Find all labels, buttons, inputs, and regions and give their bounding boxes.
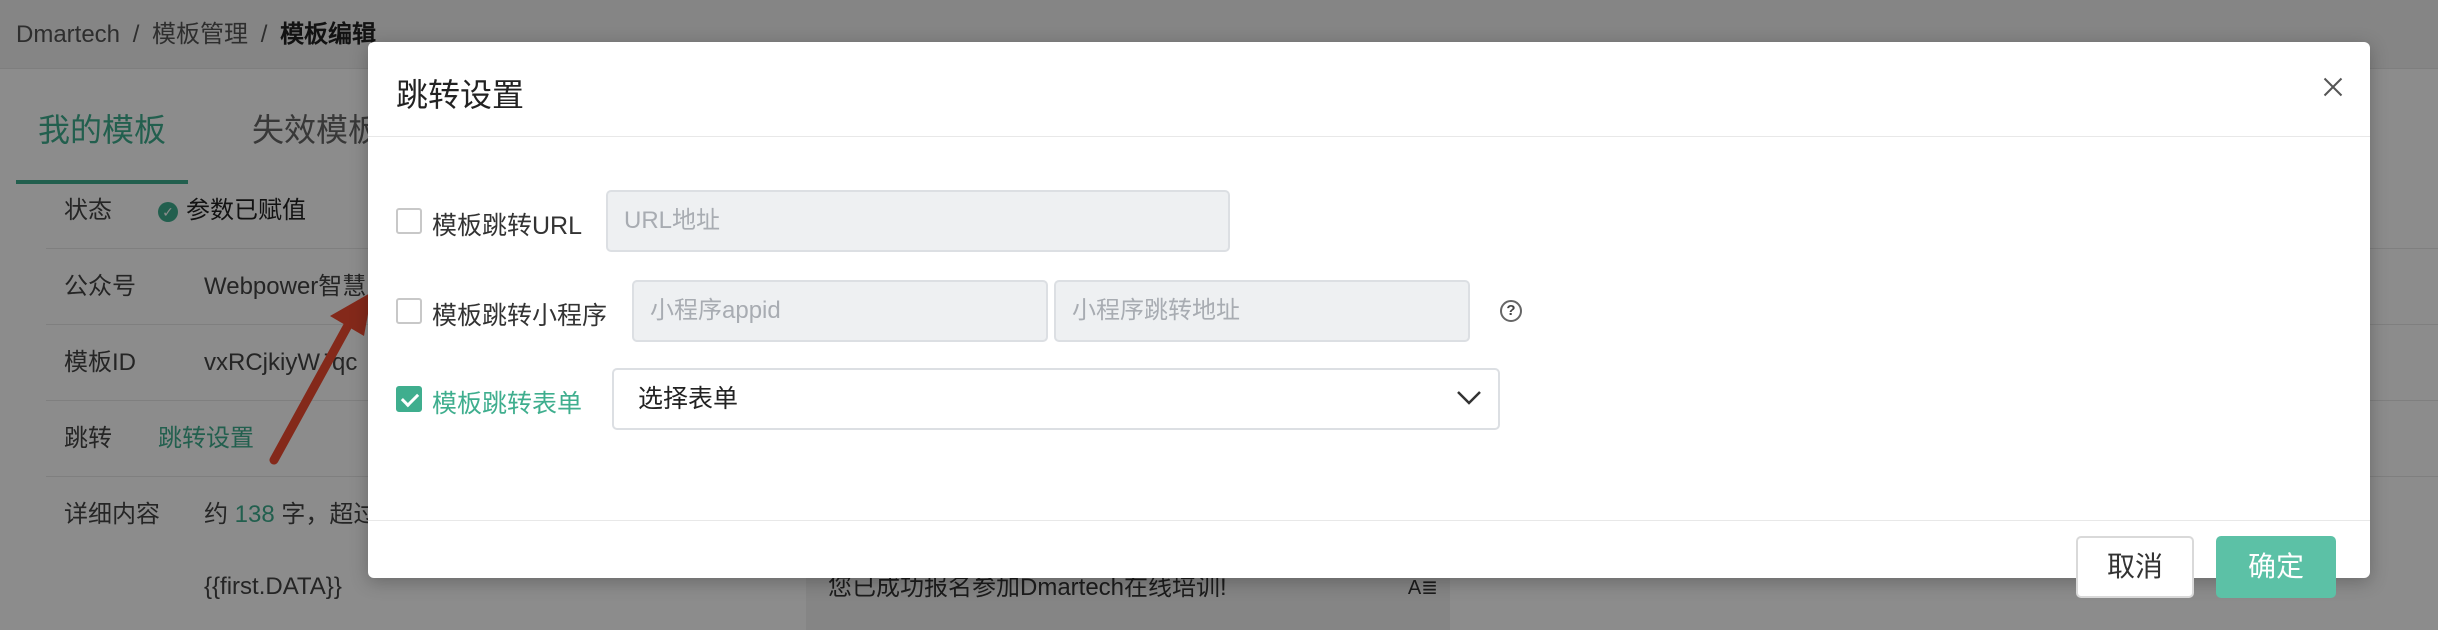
- confirm-button[interactable]: 确定: [2216, 536, 2336, 598]
- form-select-value: 选择表单: [638, 385, 739, 413]
- miniprogram-option-checkbox[interactable]: [396, 298, 422, 324]
- jump-settings-modal: 跳转设置 模板跳转URL URL地址 模板跳转小程序 小程序appid 小程序跳…: [368, 42, 2370, 598]
- modal-footer-divider: [368, 520, 2370, 521]
- miniprogram-appid-input[interactable]: 小程序appid: [632, 280, 1048, 342]
- url-option-label[interactable]: 模板跳转URL: [432, 206, 582, 242]
- form-option-label[interactable]: 模板跳转表单: [432, 384, 582, 420]
- miniprogram-option-label[interactable]: 模板跳转小程序: [432, 296, 607, 332]
- miniprogram-option-row: 模板跳转小程序 小程序appid 小程序跳转地址 ?: [396, 280, 1696, 344]
- form-option-row: 模板跳转表单 选择表单: [396, 368, 1500, 432]
- url-option-checkbox[interactable]: [396, 208, 422, 234]
- chevron-down-icon: [1457, 391, 1481, 405]
- modal-title: 跳转设置: [396, 77, 525, 113]
- form-select[interactable]: 选择表单: [612, 368, 1500, 430]
- url-input[interactable]: URL地址: [606, 190, 1230, 252]
- url-option-row: 模板跳转URL URL地址: [396, 190, 1296, 254]
- cancel-button[interactable]: 取消: [2076, 536, 2194, 598]
- close-icon[interactable]: [2318, 72, 2348, 102]
- help-icon[interactable]: ?: [1500, 300, 1522, 322]
- modal-header: 跳转设置: [368, 42, 2370, 137]
- miniprogram-path-input[interactable]: 小程序跳转地址: [1054, 280, 1470, 342]
- form-option-checkbox[interactable]: [396, 386, 422, 412]
